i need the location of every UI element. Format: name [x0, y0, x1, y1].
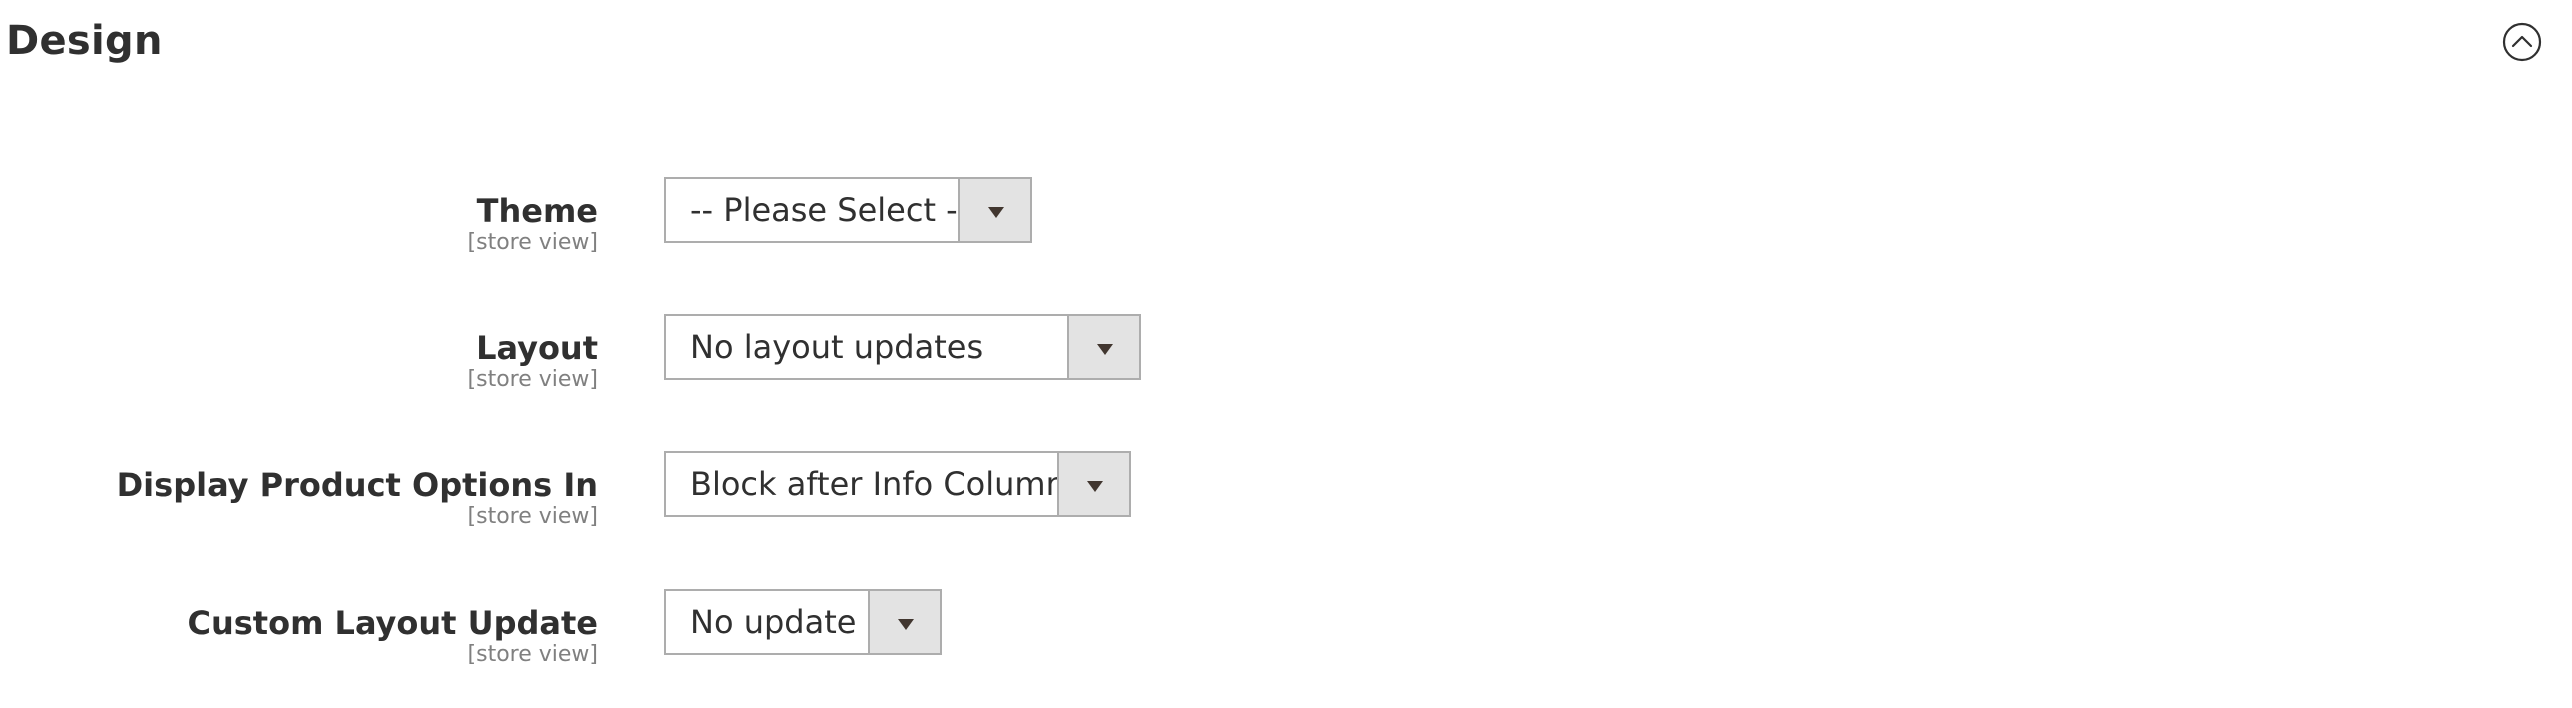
- section-header: Design: [0, 0, 2572, 86]
- scope-text: [store view]: [467, 504, 598, 529]
- scope-text: [store view]: [467, 367, 598, 392]
- layout-select[interactable]: No layout updates: [664, 314, 1141, 380]
- caret-down-icon: [1097, 344, 1113, 355]
- field-label-display-product-options: Display Product Options In [store view]: [117, 465, 598, 529]
- section-title: Design: [6, 18, 163, 64]
- collapse-toggle-button[interactable]: [2502, 22, 2542, 62]
- field-row-theme: Theme [store view] -- Please Select --: [0, 177, 2572, 257]
- display-product-options-select[interactable]: Block after Info Column: [664, 451, 1131, 517]
- custom-layout-update-select[interactable]: No update: [664, 589, 942, 655]
- dropdown-arrow-button[interactable]: [1067, 316, 1139, 378]
- field-row-custom-layout-update: Custom Layout Update [store view] No upd…: [0, 589, 2572, 669]
- scope-text: [store view]: [467, 642, 598, 667]
- caret-down-icon: [1087, 481, 1103, 492]
- theme-select[interactable]: -- Please Select --: [664, 177, 1032, 243]
- select-value: -- Please Select --: [690, 191, 970, 229]
- field-row-display-product-options: Display Product Options In [store view] …: [0, 451, 2572, 531]
- label-text: Layout: [476, 329, 598, 367]
- chevron-up-circle-icon: [2502, 22, 2542, 62]
- field-label-theme: Theme [store view]: [468, 191, 598, 255]
- select-value: No layout updates: [690, 328, 984, 366]
- label-text: Custom Layout Update: [187, 604, 598, 642]
- select-value: Block after Info Column: [690, 465, 1066, 503]
- label-text: Display Product Options In: [116, 466, 598, 504]
- dropdown-arrow-button[interactable]: [1057, 453, 1129, 515]
- label-text: Theme: [476, 192, 598, 230]
- field-label-layout: Layout [store view]: [468, 328, 598, 392]
- caret-down-icon: [988, 207, 1004, 218]
- dropdown-arrow-button[interactable]: [868, 591, 940, 653]
- scope-text: [store view]: [467, 230, 598, 255]
- dropdown-arrow-button[interactable]: [958, 179, 1030, 241]
- caret-down-icon: [898, 619, 914, 630]
- select-value: No update: [690, 603, 857, 641]
- field-row-layout: Layout [store view] No layout updates: [0, 314, 2572, 394]
- field-label-custom-layout-update: Custom Layout Update [store view]: [187, 603, 598, 667]
